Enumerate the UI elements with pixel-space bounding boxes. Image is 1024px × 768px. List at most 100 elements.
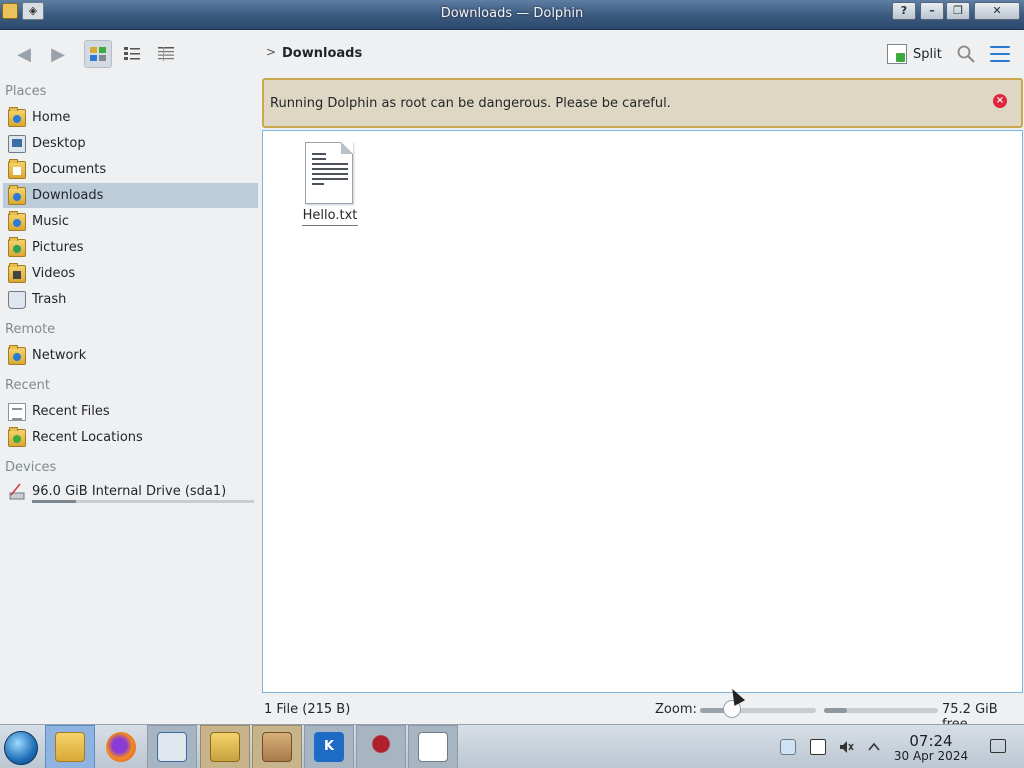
drive-usage-bar [32, 500, 254, 503]
show-desktop-icon[interactable] [990, 739, 1006, 753]
split-view-icon [887, 44, 907, 64]
hamburger-menu-icon[interactable] [990, 46, 1010, 62]
network-folder-icon [8, 344, 26, 365]
system-settings-task[interactable] [147, 725, 197, 768]
taskbar: K 07:24 30 Apr 2024 [0, 724, 1024, 768]
text-file-icon [305, 142, 353, 204]
sidebar-item-videos[interactable]: Videos [3, 261, 258, 286]
forward-button[interactable]: ▶ [44, 40, 72, 68]
places-heading: Places [5, 84, 47, 99]
close-button[interactable]: ✕ [974, 2, 1020, 20]
file-view[interactable] [262, 130, 1023, 693]
file-item[interactable]: Hello.txt [302, 140, 358, 228]
sidebar-item-desktop[interactable]: Desktop [3, 131, 258, 156]
sidebar-item-label: Music [32, 214, 69, 229]
split-label: Split [913, 46, 942, 62]
pictures-folder-icon [8, 236, 26, 257]
kde-logo-icon: K [314, 732, 344, 762]
videos-folder-icon [8, 262, 26, 283]
sidebar-item-label: Videos [32, 266, 76, 281]
breadcrumb-downloads[interactable]: Downloads [282, 46, 362, 61]
start-menu-button[interactable] [4, 731, 38, 765]
toolbar: ◀ ▶ > Downloads Split [0, 30, 1024, 78]
clipboard-icon[interactable] [780, 739, 796, 755]
icons-view-button[interactable] [84, 40, 112, 68]
drive-usage-fill [32, 500, 77, 503]
sidebar-item-label: Home [32, 110, 71, 125]
home-folder-icon [8, 106, 26, 127]
desktop-icon [8, 134, 26, 153]
clock-date[interactable]: 30 Apr 2024 [888, 749, 974, 763]
help-button[interactable]: ? [892, 2, 916, 20]
sidebar-item-label: Downloads [32, 188, 104, 203]
zoom-slider[interactable] [700, 708, 816, 713]
sidebar-item-recent-files[interactable]: Recent Files [3, 399, 258, 424]
window-title: Downloads — Dolphin [440, 6, 584, 21]
package-task[interactable] [252, 725, 302, 768]
close-warning-icon[interactable]: × [993, 94, 1007, 108]
sidebar-item-recent-locations[interactable]: Recent Locations [3, 425, 258, 450]
icons-view-icon [90, 47, 106, 61]
firefox-icon [106, 732, 136, 762]
sidebar-item-documents[interactable]: Documents [3, 157, 258, 182]
sidebar-item-downloads[interactable]: Downloads [3, 183, 258, 208]
sidebar-item-label: Recent Files [32, 404, 110, 419]
documents-folder-icon [8, 158, 26, 179]
firefox-task[interactable] [96, 725, 146, 768]
chevron-up-icon[interactable] [866, 739, 882, 755]
sidebar-item-label: Pictures [32, 240, 84, 255]
sidebar-item-music[interactable]: Music [3, 209, 258, 234]
forward-arrow-icon: ▶ [51, 43, 65, 65]
file-manager-task[interactable] [45, 725, 95, 768]
sidebar-item-label: Recent Locations [32, 430, 143, 445]
status-summary: 1 File (215 B) [264, 702, 351, 717]
title-bar: ◈ Downloads — Dolphin ? – ❐ ✕ [0, 0, 1024, 30]
split-button[interactable]: Split [887, 42, 942, 66]
recent-heading: Recent [5, 378, 50, 393]
places-panel: Places Home Desktop Documents Downloads … [0, 78, 262, 694]
sidebar-item-label: Documents [32, 162, 107, 177]
music-folder-icon [8, 210, 26, 231]
sidebar-item-label: 96.0 GiB Internal Drive (sda1) [32, 484, 227, 499]
zoom-label: Zoom: [655, 702, 697, 717]
back-button[interactable]: ◀ [10, 40, 38, 68]
minimize-button[interactable]: – [920, 2, 944, 20]
recent-locations-icon [8, 426, 26, 447]
compact-view-button[interactable] [118, 40, 146, 68]
sidebar-item-label: Network [32, 348, 87, 363]
archive-icon [210, 732, 240, 762]
sidebar-item-trash[interactable]: Trash [3, 287, 258, 312]
back-arrow-icon: ◀ [17, 43, 31, 65]
kde-task[interactable]: K [304, 725, 354, 768]
recent-files-icon [8, 402, 26, 421]
archive-task[interactable] [200, 725, 250, 768]
file-name: Hello.txt [302, 208, 358, 226]
sidebar-item-label: Desktop [32, 136, 86, 151]
search-icon[interactable] [956, 44, 976, 64]
free-space-bar [824, 708, 938, 713]
sidebar-item-pictures[interactable]: Pictures [3, 235, 258, 260]
wine-task[interactable] [356, 725, 406, 768]
status-bar: 1 File (215 B) Zoom: 75.2 GiB free [0, 694, 1024, 732]
compact-view-icon [124, 47, 140, 60]
remote-heading: Remote [5, 322, 56, 337]
drive-icon [9, 483, 25, 499]
details-view-icon [158, 47, 174, 61]
details-view-button[interactable] [152, 40, 180, 68]
downloads-folder-icon [8, 184, 26, 205]
text-editor-task[interactable] [408, 725, 458, 768]
breadcrumb-separator-icon: > [266, 45, 277, 59]
trash-icon [8, 290, 26, 309]
clock-time[interactable]: 07:24 [896, 732, 966, 750]
wine-glass-icon [366, 732, 396, 762]
maximize-button[interactable]: ❐ [946, 2, 970, 20]
folder-icon [55, 732, 85, 762]
sidebar-item-network[interactable]: Network [3, 343, 258, 368]
devices-heading: Devices [5, 460, 57, 475]
settings-monitor-icon [157, 732, 187, 762]
sidebar-item-label: Trash [32, 292, 67, 307]
volume-muted-icon[interactable] [838, 739, 854, 755]
root-warning-banner: Running Dolphin as root can be dangerous… [262, 78, 1023, 128]
sidebar-item-home[interactable]: Home [3, 105, 258, 130]
notes-icon[interactable] [810, 739, 826, 755]
